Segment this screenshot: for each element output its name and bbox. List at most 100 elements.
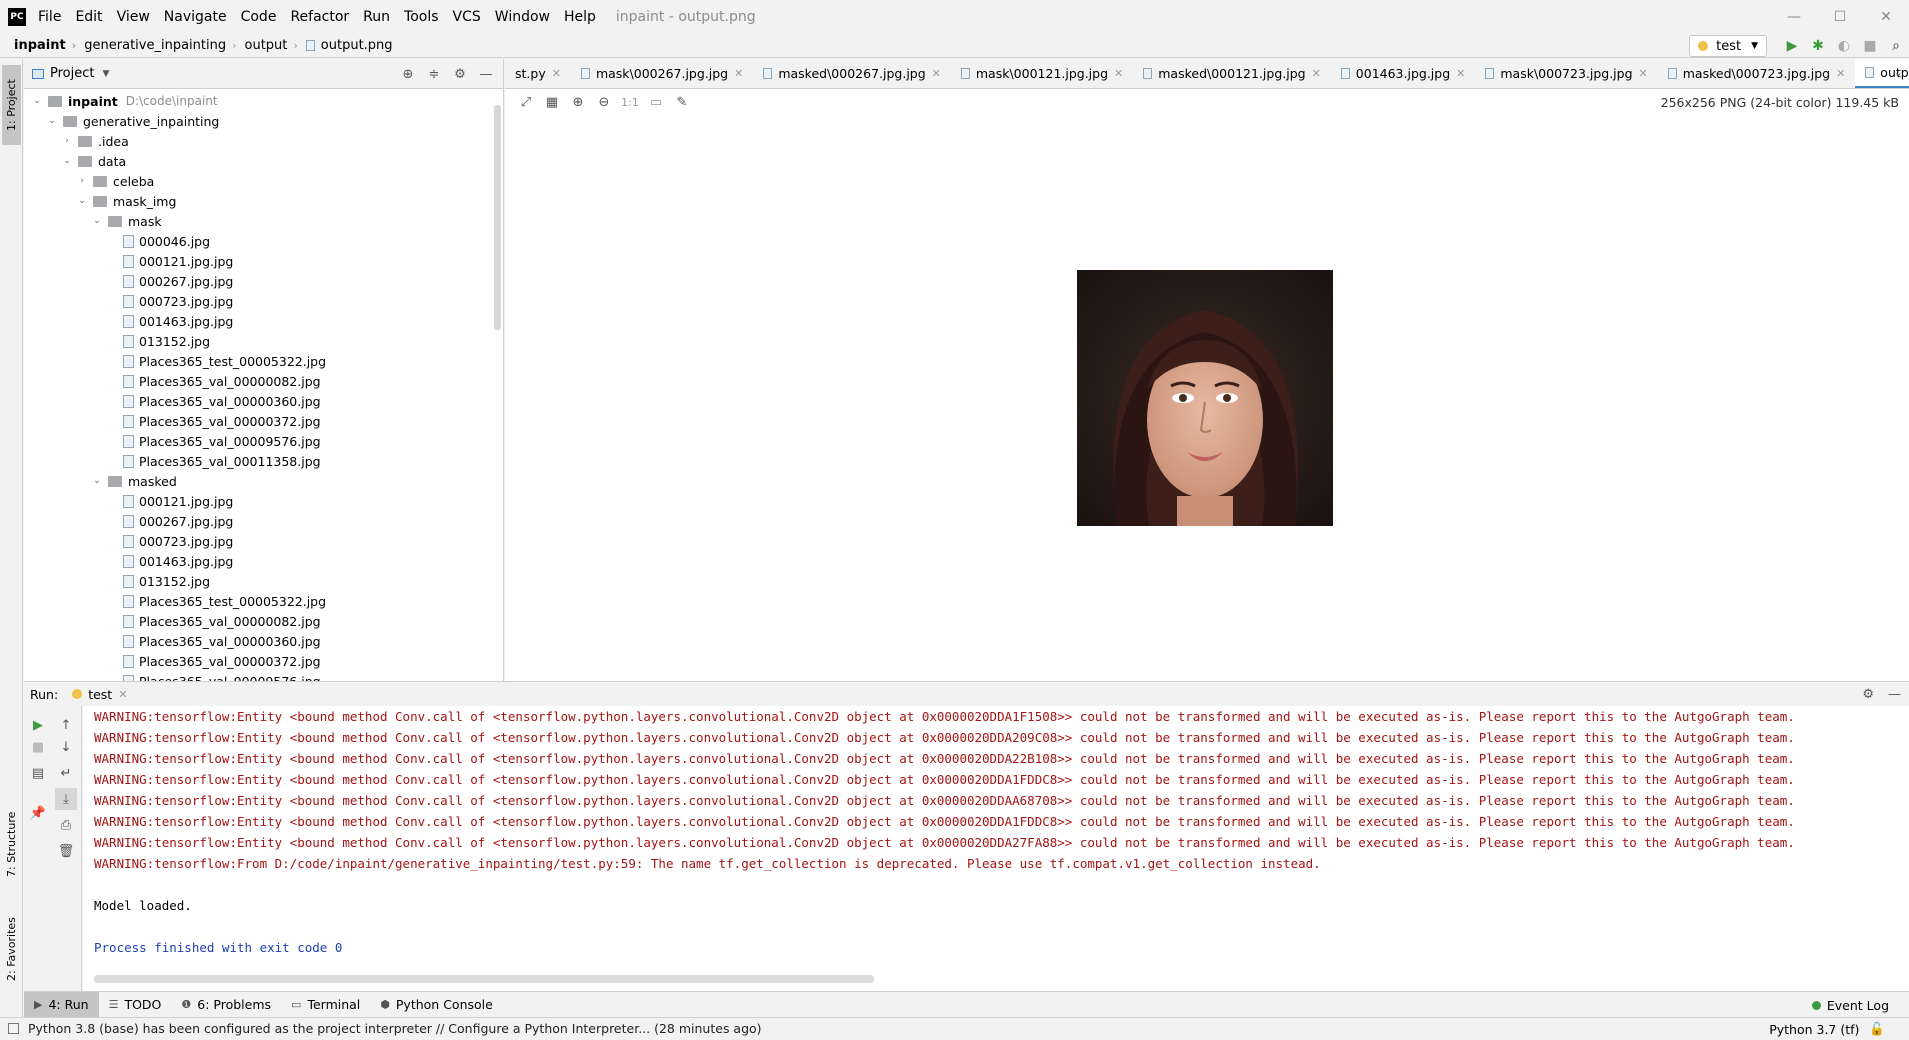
close-icon[interactable]: ✕ (1863, 0, 1909, 34)
menu-help[interactable]: Help (562, 7, 598, 27)
chevron-down-icon[interactable]: ⌄ (30, 96, 44, 106)
tree-file[interactable]: Places365_val_00000082.jpg (24, 371, 503, 391)
menu-file[interactable]: File (36, 7, 63, 27)
run-config-selector[interactable]: test ▼ (1689, 35, 1767, 57)
tree-folder[interactable]: ⌄ masked (24, 471, 503, 491)
soft-wrap-icon[interactable]: ↵ (55, 762, 77, 784)
tree-file[interactable]: Places365_val_00009576.jpg (24, 431, 503, 451)
tree-file[interactable]: Places365_val_00000360.jpg (24, 391, 503, 411)
menu-code[interactable]: Code (239, 7, 279, 27)
scroll-to-end-icon[interactable]: ⤓ (55, 788, 77, 810)
run-tab[interactable]: test ✕ (72, 687, 127, 702)
actual-size-button[interactable]: 1:1 (617, 96, 643, 109)
close-icon[interactable]: ✕ (1456, 67, 1465, 80)
bottom-tool-tab[interactable]: ▭ Terminal (281, 992, 370, 1018)
tree-file[interactable]: 000046.jpg (24, 231, 503, 251)
hide-icon[interactable]: — (1888, 687, 1901, 702)
collapse-all-icon[interactable]: ≑ (421, 67, 447, 82)
hide-icon[interactable]: — (473, 67, 499, 82)
project-panel-title[interactable]: Project (50, 66, 94, 81)
menu-edit[interactable]: Edit (73, 7, 104, 27)
maximize-icon[interactable]: ☐ (1817, 0, 1863, 34)
chevron-down-icon[interactable]: ▼ (102, 69, 109, 79)
breadcrumb-item[interactable]: output.png (298, 38, 393, 53)
stop-icon[interactable]: ■ (27, 736, 49, 758)
project-tool-tab[interactable]: 1: Project (2, 65, 21, 145)
editor-tab[interactable]: masked\000723.jpg.jpg ✕ (1658, 59, 1856, 88)
editor-tab[interactable]: mask\000267.jpg.jpg ✕ (571, 59, 753, 88)
tree-folder[interactable]: ⌄ mask_img (24, 191, 503, 211)
menu-run[interactable]: Run (361, 7, 392, 27)
chevron-right-icon[interactable]: › (60, 136, 74, 146)
grid-icon[interactable]: ▦ (539, 95, 565, 110)
tree-file[interactable]: 000121.jpg.jpg (24, 491, 503, 511)
editor-tab[interactable]: mask\000723.jpg.jpg ✕ (1475, 59, 1657, 88)
close-icon[interactable]: ✕ (552, 67, 561, 80)
tree-file[interactable]: 000723.jpg.jpg (24, 531, 503, 551)
tree-folder[interactable]: › .idea (24, 131, 503, 151)
menu-vcs[interactable]: VCS (451, 7, 483, 27)
locate-icon[interactable]: ⊕ (395, 67, 421, 82)
tree-file[interactable]: 000121.jpg.jpg (24, 251, 503, 271)
zoom-in-icon[interactable]: ⊕ (565, 95, 591, 110)
close-icon[interactable]: ✕ (1836, 67, 1845, 80)
tool-windows-toggle-icon[interactable] (8, 1023, 19, 1034)
bottom-tool-tab[interactable]: ❶ 6: Problems (171, 992, 281, 1018)
menu-refactor[interactable]: Refactor (288, 7, 351, 27)
tree-file[interactable]: Places365_val_00000360.jpg (24, 631, 503, 651)
tree-folder[interactable]: › celeba (24, 171, 503, 191)
event-log-button[interactable]: Event Log (1811, 992, 1889, 1018)
close-icon[interactable]: ✕ (118, 688, 127, 701)
search-icon[interactable]: ⌕ (1883, 35, 1909, 57)
run-icon[interactable]: ▶ (1779, 35, 1805, 57)
stop-icon[interactable]: ■ (1857, 35, 1883, 57)
console-horizontal-scrollbar[interactable] (94, 975, 874, 983)
close-icon[interactable]: ✕ (1639, 67, 1648, 80)
status-message[interactable]: Python 3.8 (base) has been configured as… (28, 1021, 762, 1036)
menu-view[interactable]: View (115, 7, 152, 27)
tree-file[interactable]: 000267.jpg.jpg (24, 511, 503, 531)
menu-window[interactable]: Window (493, 7, 552, 27)
pin-icon[interactable]: 📌 (27, 802, 49, 824)
chevron-down-icon[interactable]: ⌄ (75, 196, 89, 206)
tree-file[interactable]: Places365_val_00000372.jpg (24, 411, 503, 431)
gear-icon[interactable]: ⚙ (1862, 687, 1874, 702)
chevron-down-icon[interactable]: ⌄ (90, 216, 104, 226)
up-arrow-icon[interactable]: ↑ (55, 714, 77, 736)
menu-navigate[interactable]: Navigate (162, 7, 229, 27)
project-scrollbar[interactable] (494, 105, 501, 330)
close-icon[interactable]: ✕ (932, 67, 941, 80)
tree-folder[interactable]: ⌄ generative_inpainting (24, 111, 503, 131)
tree-file[interactable]: Places365_test_00005322.jpg (24, 591, 503, 611)
chevron-down-icon[interactable]: ⌄ (45, 116, 59, 126)
editor-tab[interactable]: masked\000121.jpg.jpg ✕ (1133, 59, 1331, 88)
chevron-down-icon[interactable]: ⌄ (60, 156, 74, 166)
tree-file[interactable]: 001463.jpg.jpg (24, 311, 503, 331)
print-icon[interactable]: ⎙ (55, 814, 77, 836)
tree-file[interactable]: 013152.jpg (24, 571, 503, 591)
close-icon[interactable]: ✕ (1114, 67, 1123, 80)
tree-file[interactable]: Places365_val_00000082.jpg (24, 611, 503, 631)
minimize-icon[interactable]: — (1771, 0, 1817, 34)
breadcrumb-item[interactable]: output › (237, 38, 298, 53)
editor-tab[interactable]: masked\000267.jpg.jpg ✕ (753, 59, 951, 88)
tree-file[interactable]: 001463.jpg.jpg (24, 551, 503, 571)
tree-file[interactable]: 000723.jpg.jpg (24, 291, 503, 311)
tree-file[interactable]: 000267.jpg.jpg (24, 271, 503, 291)
lock-icon[interactable]: 🔓 (1869, 1021, 1885, 1037)
run-console[interactable]: WARNING:tensorflow:Entity <bound method … (83, 706, 1909, 991)
gear-icon[interactable]: ⚙ (447, 67, 473, 82)
editor-tab[interactable]: st.py ✕ (505, 59, 571, 88)
trash-icon[interactable]: 🗑 (55, 840, 77, 862)
favorites-tool-tab[interactable]: 2: Favorites (2, 899, 21, 999)
tree-file[interactable]: 013152.jpg (24, 331, 503, 351)
editor-tab[interactable]: 001463.jpg.jpg ✕ (1331, 59, 1476, 88)
color-picker-icon[interactable]: ✎ (669, 95, 695, 110)
bottom-tool-tab[interactable]: ☰ TODO (99, 992, 172, 1018)
tree-folder[interactable]: ⌄ data (24, 151, 503, 171)
debug-icon[interactable]: ✱ (1805, 35, 1831, 57)
down-arrow-icon[interactable]: ↓ (55, 736, 77, 758)
chevron-down-icon[interactable]: ⌄ (90, 476, 104, 486)
fit-to-window-icon[interactable]: ⤢ (513, 95, 539, 110)
breadcrumb-item[interactable]: generative_inpainting › (76, 38, 236, 53)
